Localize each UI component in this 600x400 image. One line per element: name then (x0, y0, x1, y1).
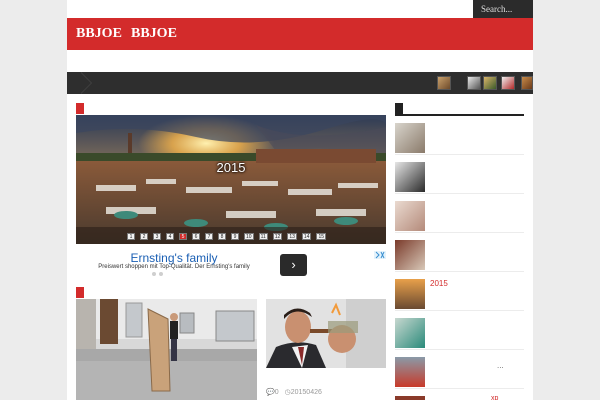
advertisement[interactable]: Ernsting's family Preiswert shoppen mit … (76, 248, 386, 278)
ticker-thumbnail[interactable] (437, 76, 451, 90)
adchoices-icon[interactable] (374, 251, 386, 259)
post-thumbnail[interactable] (266, 299, 386, 368)
post-date: ◷20150426 (284, 389, 322, 396)
sidebar-post-item[interactable] (395, 117, 524, 155)
nav-item-bbjoe-2[interactable]: BBJOE (131, 18, 177, 50)
section-marker (76, 103, 84, 114)
sidebar-thumbnail[interactable] (395, 279, 425, 309)
ad-text: Preiswert shoppen mit Top-Qualität. Der … (98, 264, 250, 270)
top-bar (67, 0, 533, 18)
slider-page-button[interactable]: 5 (179, 233, 187, 240)
slider-page-button[interactable]: 8 (218, 233, 226, 240)
slider-page-button[interactable]: 1 (127, 233, 135, 240)
slider-page-button[interactable]: 4 (166, 233, 174, 240)
slider-page-button[interactable]: 10 (244, 233, 254, 240)
sidebar-post-item[interactable]: ... (395, 351, 524, 389)
sidebar-item-label[interactable]: xp (491, 395, 498, 400)
slider-page-button[interactable]: 9 (231, 233, 239, 240)
post-thumbnail[interactable] (76, 299, 257, 400)
ticker-thumbnail[interactable] (501, 76, 515, 90)
slider-page-button[interactable]: 12 (272, 233, 283, 240)
sidebar-thumbnail[interactable] (395, 357, 425, 387)
post-meta: 💬0 ◷20150426 (266, 388, 322, 396)
sidebar-thumbnail[interactable] (395, 201, 425, 231)
sidebar-thumbnail[interactable] (395, 240, 425, 270)
sidebar-item-label[interactable]: ... (497, 361, 504, 370)
slider-page-button[interactable]: 14 (301, 233, 312, 240)
ticker-thumbnail[interactable] (467, 76, 481, 90)
sidebar-thumbnail[interactable] (395, 318, 425, 348)
slider-page-button[interactable]: 15 (316, 233, 327, 240)
comment-count[interactable]: 💬0 (266, 388, 279, 396)
sidebar-post-item[interactable] (395, 312, 524, 350)
ticker-thumbnail[interactable] (483, 76, 497, 90)
slider-page-button[interactable]: 3 (153, 233, 161, 240)
ad-title[interactable]: Ernsting's family (76, 251, 272, 265)
main-navigation: BBJOE BBJOE (67, 18, 533, 50)
sidebar-post-item[interactable] (395, 156, 524, 194)
slider-pagination: 1 2 3 4 5 6 7 8 9 10 11 12 13 14 15 (127, 233, 327, 241)
slider-page-button[interactable]: 7 (205, 233, 213, 240)
sidebar-section-marker (395, 103, 403, 114)
slider-page-button[interactable]: 6 (192, 233, 200, 240)
sidebar-post-item[interactable]: 2015 (395, 273, 524, 311)
slider-page-button[interactable]: 2 (140, 233, 148, 240)
sidebar-thumbnail[interactable] (395, 162, 425, 192)
sidebar-post-item[interactable] (395, 195, 524, 233)
sidebar-item-label[interactable]: 2015 (430, 279, 448, 288)
news-ticker (67, 72, 533, 94)
sidebar-thumbnail[interactable] (395, 396, 425, 400)
section-marker (76, 287, 84, 298)
sidebar-post-item[interactable]: xp (395, 390, 524, 400)
nav-item-bbjoe-1[interactable]: BBJOE (76, 18, 122, 50)
ad-arrow-button[interactable]: › (280, 254, 307, 276)
slider-page-button[interactable]: 13 (287, 233, 297, 240)
slider-page-button[interactable]: 11 (258, 233, 268, 240)
ad-carousel-dots (152, 272, 163, 276)
slide-title[interactable]: 2015 (76, 160, 386, 175)
ticker-thumbnail[interactable] (521, 76, 533, 90)
sidebar-post-item[interactable] (395, 234, 524, 272)
search-input[interactable] (473, 0, 533, 18)
featured-slider-image[interactable] (76, 115, 386, 244)
sidebar-thumbnail[interactable] (395, 123, 425, 153)
sidebar-divider (395, 114, 524, 116)
